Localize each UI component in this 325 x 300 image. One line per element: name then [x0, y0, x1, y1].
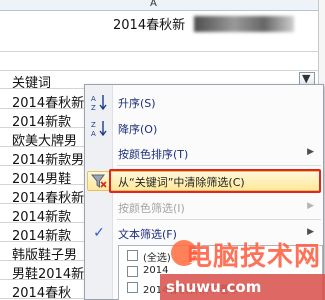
menu-item-label: 按颜色排序(T)	[118, 148, 189, 161]
menu-item-sort-desc[interactable]: ZA 降序(O)	[85, 117, 323, 139]
clear-filter-icon	[89, 172, 109, 190]
watermark-brand: 电脑技术网	[186, 242, 322, 272]
select-all-label: (全选)	[143, 253, 171, 264]
column-header-bar: A	[0, 0, 325, 11]
menu-separator	[117, 165, 321, 166]
select-all-checkbox[interactable]	[127, 250, 138, 261]
blurred-region	[194, 16, 294, 32]
header-cell-keyword[interactable]: 关键词	[12, 72, 51, 91]
column-a-header[interactable]: A	[150, 0, 157, 9]
menu-item-label: 降序(O)	[118, 123, 158, 136]
menu-item-label: 按颜色筛选(I)	[118, 202, 185, 215]
title-cell[interactable]: 2014春秋新	[113, 14, 185, 33]
svg-text:Z: Z	[91, 121, 96, 129]
check-icon: ✓	[93, 225, 105, 241]
menu-item-label: 升序(S)	[118, 97, 156, 110]
submenu-arrow-icon: ▶	[307, 201, 314, 211]
sort-desc-icon: ZA	[89, 119, 109, 138]
submenu-arrow-icon: ▶	[307, 147, 314, 157]
sheet-row-empty[interactable]	[0, 52, 325, 71]
menu-item-sort-by-color[interactable]: 按颜色排序(T) ▶	[85, 142, 323, 164]
menu-item-sort-asc[interactable]: AZ 升序(S)	[85, 91, 323, 113]
watermark-url: shuwu.com	[166, 278, 262, 296]
red-annotation-box	[109, 169, 321, 193]
svg-text:Z: Z	[91, 104, 96, 111]
cell-text: 2014春秋	[12, 286, 72, 300]
sheet-row-empty[interactable]	[0, 33, 325, 52]
menu-separator	[117, 219, 321, 220]
menu-item-filter-by-color[interactable]: 按颜色筛选(I) ▶	[85, 196, 323, 218]
svg-text:A: A	[91, 95, 96, 103]
sort-asc-icon: AZ	[89, 93, 109, 112]
menu-item-label: 文本筛选(F)	[118, 228, 177, 241]
value-checkbox[interactable]	[127, 282, 138, 293]
svg-text:A: A	[91, 130, 96, 137]
value-checkbox[interactable]	[127, 266, 138, 277]
